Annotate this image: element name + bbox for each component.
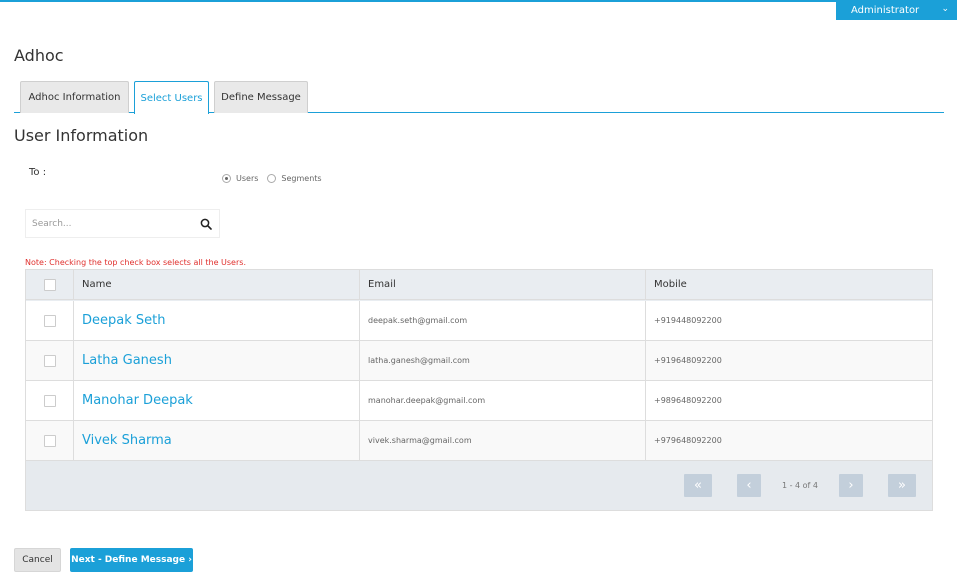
users-radio[interactable]	[222, 174, 231, 183]
next-page-button[interactable]: ›	[839, 474, 863, 497]
mobile-cell: +979648092200	[654, 436, 722, 445]
previous-page-button[interactable]: ‹	[737, 474, 761, 497]
user-menu-label: Administrator	[851, 4, 920, 16]
pagination-bar: « ‹ 1 - 4 of 4 › »	[26, 461, 932, 510]
tab-bar: Adhoc Information Select Users Define Me…	[14, 81, 944, 114]
row-checkbox[interactable]	[43, 314, 56, 327]
column-header-name[interactable]: Name	[74, 270, 360, 299]
select-all-checkbox[interactable]	[43, 278, 56, 291]
chevron-down-icon: ⌄	[941, 4, 949, 14]
row-checkbox-cell	[26, 301, 74, 340]
row-checkbox[interactable]	[43, 394, 56, 407]
next-define-message-button[interactable]: Next - Define Message ›	[70, 548, 193, 572]
search-icon[interactable]	[200, 218, 212, 230]
page-info: 1 - 4 of 4	[781, 481, 819, 490]
name-cell: Manohar Deepak	[74, 381, 360, 420]
table-row: Latha Ganesh latha.ganesh@gmail.com +919…	[26, 341, 932, 381]
segments-radio[interactable]	[267, 174, 277, 183]
recipient-type-group: Users Segments	[222, 174, 331, 183]
users-radio-label[interactable]: Users	[236, 174, 258, 183]
tab-adhoc-information[interactable]: Adhoc Information	[20, 81, 129, 113]
row-checkbox-cell	[26, 421, 74, 460]
mobile-cell: +919448092200	[654, 316, 722, 325]
table-row: Manohar Deepak manohar.deepak@gmail.com …	[26, 381, 932, 421]
user-name-link[interactable]: Manohar Deepak	[82, 393, 193, 408]
user-name-link[interactable]: Vivek Sharma	[82, 433, 172, 448]
table-row: Vivek Sharma vivek.sharma@gmail.com +979…	[26, 421, 932, 461]
mobile-cell: +989648092200	[654, 396, 722, 405]
tab-select-users[interactable]: Select Users	[134, 81, 209, 114]
first-page-button[interactable]: «	[684, 474, 712, 497]
column-header-mobile[interactable]: Mobile	[646, 270, 932, 299]
page-title: Adhoc	[14, 46, 64, 65]
top-accent-bar	[0, 0, 957, 2]
email-cell: vivek.sharma@gmail.com	[360, 421, 646, 460]
user-name-link[interactable]: Latha Ganesh	[82, 353, 172, 368]
name-cell: Vivek Sharma	[74, 421, 360, 460]
row-checkbox[interactable]	[43, 434, 56, 447]
row-checkbox-cell	[26, 381, 74, 420]
email-cell: deepak.seth@gmail.com	[360, 301, 646, 340]
users-table: Name Email Mobile Deepak Seth deepak.set…	[25, 269, 933, 511]
name-cell: Deepak Seth	[74, 301, 360, 340]
search-input[interactable]	[32, 216, 192, 232]
mobile-cell: +919648092200	[654, 356, 722, 365]
header-checkbox-cell	[26, 270, 74, 299]
user-menu-button[interactable]: Administrator ⌄	[836, 0, 957, 20]
column-header-email[interactable]: Email	[360, 270, 646, 299]
email-cell: manohar.deepak@gmail.com	[360, 381, 646, 420]
to-label: To :	[29, 167, 47, 178]
select-all-note: Note: Checking the top check box selects…	[25, 258, 246, 267]
cancel-button[interactable]: Cancel	[14, 548, 61, 572]
user-name-link[interactable]: Deepak Seth	[82, 313, 165, 328]
email-cell: latha.ganesh@gmail.com	[360, 341, 646, 380]
row-checkbox-cell	[26, 341, 74, 380]
tab-define-message[interactable]: Define Message	[214, 81, 308, 113]
name-cell: Latha Ganesh	[74, 341, 360, 380]
table-header: Name Email Mobile	[26, 270, 932, 300]
last-page-button[interactable]: »	[888, 474, 916, 497]
search-box	[25, 209, 220, 238]
row-checkbox[interactable]	[43, 354, 56, 367]
segments-radio-label[interactable]: Segments	[281, 174, 321, 183]
table-row: Deepak Seth deepak.seth@gmail.com +91944…	[26, 301, 932, 341]
section-title: User Information	[14, 126, 149, 145]
